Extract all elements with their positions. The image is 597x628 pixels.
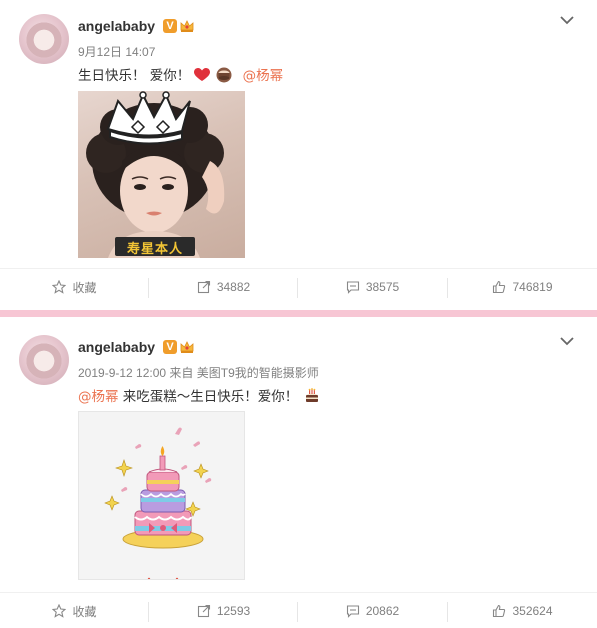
- verified-badge-icon: V: [163, 340, 177, 354]
- photo-caption: 寿星本人: [126, 242, 183, 257]
- favorite-button[interactable]: 收藏: [0, 593, 149, 628]
- comment-count: 38575: [365, 280, 400, 294]
- comment-icon: [346, 605, 359, 618]
- post-divider: [0, 305, 597, 321]
- comment-button[interactable]: 20862: [298, 593, 447, 628]
- like-count: 746819: [512, 280, 553, 294]
- post-actions-bar: 收藏 12593 20862 352624: [0, 592, 597, 628]
- heart-icon: [194, 68, 211, 81]
- favorite-label: 收藏: [72, 604, 97, 619]
- repost-button[interactable]: 12593: [149, 593, 298, 628]
- chevron-down-icon[interactable]: [559, 335, 575, 347]
- post-actions-bar: 收藏 34882 38575 746819: [0, 268, 597, 304]
- username[interactable]: angelababy: [78, 18, 155, 34]
- member-crown-icon: [180, 341, 194, 353]
- weibo-post: angelababy V 9月12日 14:07 生日快乐！ 爱你！ @杨幂 寿…: [0, 0, 597, 305]
- post-meta: 9月12日 14:07: [78, 45, 156, 59]
- post-text: 生日快乐！ 爱你！ @杨幂: [78, 64, 283, 84]
- mention-link[interactable]: @杨幂: [243, 68, 284, 84]
- repost-count: 34882: [216, 280, 251, 294]
- star-icon: [52, 604, 67, 618]
- thumbs-up-icon: [493, 280, 506, 294]
- like-button[interactable]: 352624: [448, 593, 597, 628]
- portrait-illustration: [86, 91, 225, 258]
- star-icon: [52, 280, 67, 294]
- repost-button[interactable]: 34882: [149, 269, 298, 305]
- verified-badge-icon: V: [163, 19, 177, 33]
- favorite-button[interactable]: 收藏: [0, 269, 149, 305]
- post-meta: 2019-9-12 12:00 来自 美图T9我的智能摄影师: [78, 366, 319, 380]
- repost-icon: [197, 604, 210, 618]
- post-photo[interactable]: 寿星本人: [78, 91, 245, 258]
- comment-count: 20862: [365, 604, 400, 618]
- comment-button[interactable]: 38575: [298, 269, 447, 305]
- cake-emoji-icon: [216, 67, 232, 83]
- post-text: @杨幂 来吃蛋糕～生日快乐！爱你！: [78, 385, 320, 405]
- thumbs-up-icon: [493, 604, 506, 618]
- like-count: 352624: [512, 604, 553, 618]
- repost-icon: [197, 280, 210, 294]
- cake-emoji-icon: [306, 388, 319, 402]
- chevron-down-icon[interactable]: [559, 14, 575, 26]
- weibo-post: angelababy V 2019-9-12 12:00 来自 美图T9我的智能…: [0, 321, 597, 628]
- favorite-label: 收藏: [72, 280, 97, 295]
- like-button[interactable]: 746819: [448, 269, 597, 305]
- member-crown-icon: [180, 20, 194, 32]
- mention-link[interactable]: @杨幂: [78, 389, 119, 405]
- post-text-content: 生日快乐！ 爱你！: [78, 68, 191, 84]
- avatar[interactable]: [19, 335, 69, 385]
- avatar[interactable]: [19, 14, 69, 64]
- post-photo[interactable]: [78, 411, 245, 580]
- birthday-cake-drawing: [104, 427, 212, 579]
- comment-icon: [346, 281, 359, 294]
- repost-count: 12593: [216, 604, 251, 618]
- username[interactable]: angelababy: [78, 339, 155, 355]
- post-text-content: 来吃蛋糕～生日快乐！爱你！: [118, 389, 299, 405]
